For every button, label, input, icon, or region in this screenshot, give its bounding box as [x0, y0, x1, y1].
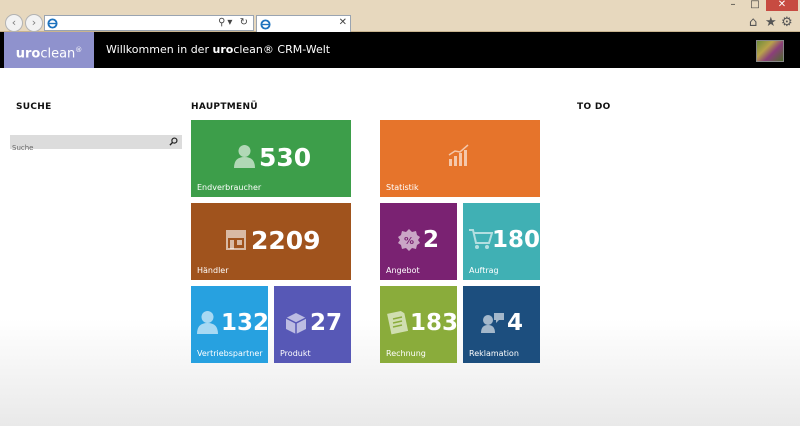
bar-chart-icon [448, 144, 469, 166]
welcome-brand-rest: clean [233, 43, 263, 56]
tile-label: Rechnung [386, 349, 426, 358]
ie-icon [260, 19, 271, 30]
search-section-title: SUCHE [16, 102, 52, 112]
tile-endverbraucher[interactable]: 530 Endverbraucher [191, 120, 351, 197]
tile-rechnung[interactable]: 183 Rechnung [380, 286, 457, 363]
todo-title: TO DO [577, 102, 611, 112]
tile-label: Produkt [280, 349, 311, 358]
tile-label: Auftrag [469, 266, 499, 275]
close-window-button[interactable]: ✕ [766, 0, 798, 11]
main-menu-title: HAUPTMENÜ [191, 102, 258, 112]
welcome-brand-bold: uro [212, 43, 234, 56]
search-icon[interactable] [169, 137, 178, 146]
tile-value: 132 [221, 310, 268, 336]
svg-text:%: % [404, 236, 414, 247]
minimize-button[interactable]: – [722, 0, 744, 11]
invoice-icon [387, 310, 408, 335]
gear-icon[interactable]: ⚙ [781, 16, 793, 29]
browser-tab[interactable]: ✕ [256, 15, 351, 32]
tile-label: Endverbraucher [197, 183, 262, 192]
maximize-button[interactable]: □ [745, 0, 765, 11]
star-icon[interactable]: ★ [765, 16, 777, 29]
ie-icon [47, 18, 58, 29]
app-header: uroclean® Willkommen in der uroclean® CR… [0, 32, 800, 68]
logo-prefix: uro [15, 46, 41, 62]
tile-value: 530 [259, 143, 312, 172]
percent-badge-icon: % [398, 229, 420, 251]
tile-reklamation[interactable]: 4 Reklamation [463, 286, 540, 363]
tile-value: 2 [423, 227, 440, 253]
complaint-icon [481, 313, 504, 333]
tile-auftrag[interactable]: 180 Auftrag [463, 203, 540, 280]
tile-value: 27 [310, 310, 343, 336]
tile-statistik[interactable]: Statistik [380, 120, 540, 197]
search-input[interactable] [10, 141, 160, 155]
tile-value: 4 [507, 310, 524, 336]
tile-value: 2209 [251, 226, 321, 255]
logo-reg: ® [75, 46, 83, 54]
address-bar[interactable]: ⚲▾ ↻ [44, 15, 254, 31]
tile-haendler[interactable]: 2209 Händler [191, 203, 351, 280]
address-bar-icons[interactable]: ⚲▾ ↻ [218, 16, 250, 30]
home-icon[interactable]: ⌂ [749, 16, 757, 29]
tile-vertriebspartner[interactable]: 132 Vertriebspartner [191, 286, 268, 363]
package-icon [285, 313, 307, 334]
user-icon [234, 145, 255, 168]
tile-value: 180 [492, 227, 540, 253]
shopping-cart-icon [469, 229, 493, 249]
logo[interactable]: uroclean® [4, 32, 94, 68]
main-content: SUCHE HAUPTMENÜ TO DO 530 Endverbraucher… [0, 68, 800, 426]
close-tab-icon[interactable]: ✕ [339, 17, 347, 28]
search-box [10, 135, 182, 155]
back-button[interactable]: ‹ [5, 14, 23, 32]
welcome-text: Willkommen in der uroclean® CRM-Welt [106, 32, 330, 68]
store-icon [226, 230, 246, 250]
tile-label: Reklamation [469, 349, 519, 358]
browser-chrome: ‹ › ⚲▾ ↻ ✕ – □ ✕ ⌂ ★ ⚙ [0, 0, 800, 32]
tile-label: Vertriebspartner [197, 349, 263, 358]
tile-label: Händler [197, 266, 229, 275]
tile-produkt[interactable]: 27 Produkt [274, 286, 351, 363]
tile-angebot[interactable]: % 2 Angebot [380, 203, 457, 280]
forward-button[interactable]: › [25, 14, 43, 32]
sales-partner-icon [197, 311, 218, 334]
logo-suffix: clean [40, 46, 76, 62]
tile-label: Statistik [386, 183, 419, 192]
welcome-prefix: Willkommen in der [106, 43, 213, 56]
tile-value: 183 [410, 310, 457, 336]
tile-label: Angebot [386, 266, 420, 275]
welcome-suffix: ® CRM-Welt [262, 43, 331, 56]
avatar[interactable] [756, 40, 784, 62]
